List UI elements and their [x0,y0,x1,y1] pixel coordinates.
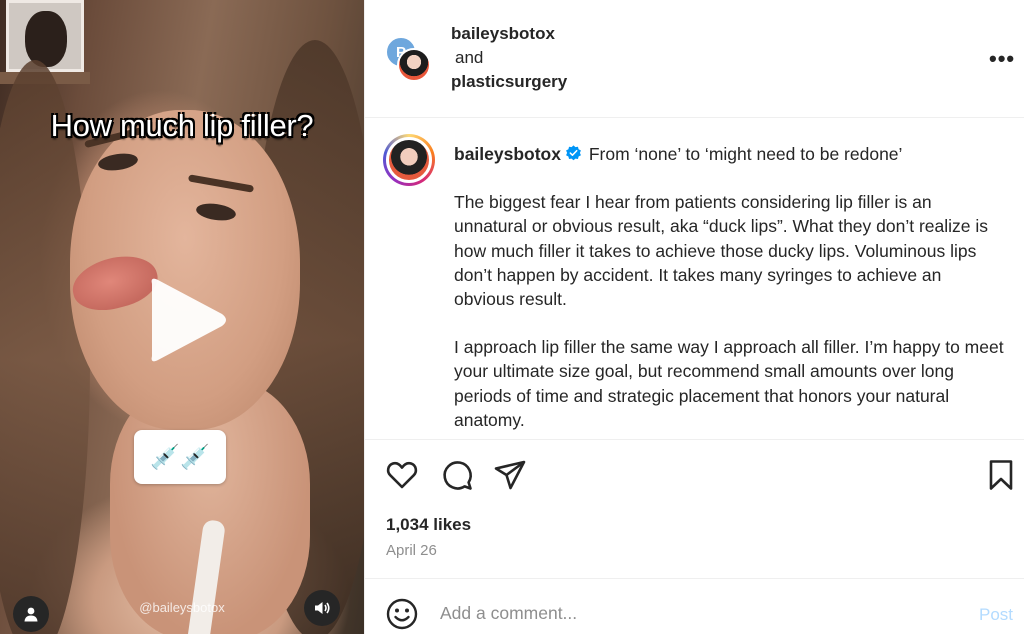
post-actions: 1,034 likes April 26 [365,440,1024,570]
comment-icon[interactable] [440,458,474,492]
caption-headline: From ‘none’ to ‘might need to be redone’ [588,144,903,164]
comment-input[interactable] [440,603,920,624]
verified-icon [566,145,581,161]
caption-paragraph: I approach lip filler the same way I app… [454,337,1004,430]
hair-left [0,60,90,634]
post-side-panel: P baileysbotox and plasticsurgery ••• ba… [364,0,1024,634]
caption-area: baileysbotox From ‘none’ to ‘might need … [365,118,1024,440]
bookmark-icon[interactable] [984,458,1018,492]
post-header: P baileysbotox and plasticsurgery ••• [365,0,1024,118]
speaker-icon [315,602,330,614]
share-icon[interactable] [493,458,527,492]
collab-username-1[interactable]: baileysbotox [451,22,567,46]
collab-username-2[interactable]: plasticsurgery [451,70,567,94]
emoji-sticker-text: 💉💉 [150,443,210,471]
play-icon[interactable] [140,272,230,368]
more-options-button[interactable]: ••• [989,46,1015,72]
video-caption-overlay: How much lip filler? [50,108,314,143]
post-comment-button[interactable]: Post [979,605,1013,625]
post-date[interactable]: April 26 [386,542,437,559]
collab-joiner: and [455,48,484,67]
caption-username[interactable]: baileysbotox [454,144,561,164]
caption-paragraph: The biggest fear I hear from patients co… [454,192,989,310]
emoji-sticker: 💉💉 [134,430,226,484]
caption-text: baileysbotox From ‘none’ to ‘might need … [454,142,1006,439]
avatar-baileysbotox [397,48,431,82]
caption-avatar[interactable] [383,134,435,186]
heart-icon[interactable] [385,458,419,492]
sound-toggle-button[interactable] [304,590,340,626]
avatar-image [386,137,432,183]
collab-names: baileysbotox and plasticsurgery [451,22,567,94]
reel-video[interactable]: How much lip filler? 💉💉 @baileysbotox [0,0,364,634]
user-icon [24,607,38,622]
emoji-icon[interactable] [385,597,419,631]
background-picture-frame [6,0,84,72]
likes-count[interactable]: 1,034 likes [386,515,471,535]
collab-avatars[interactable]: P [385,36,435,82]
tagged-users-button[interactable] [13,596,49,632]
comment-bar: Post [365,578,1024,634]
more-icon: ••• [989,46,1016,71]
